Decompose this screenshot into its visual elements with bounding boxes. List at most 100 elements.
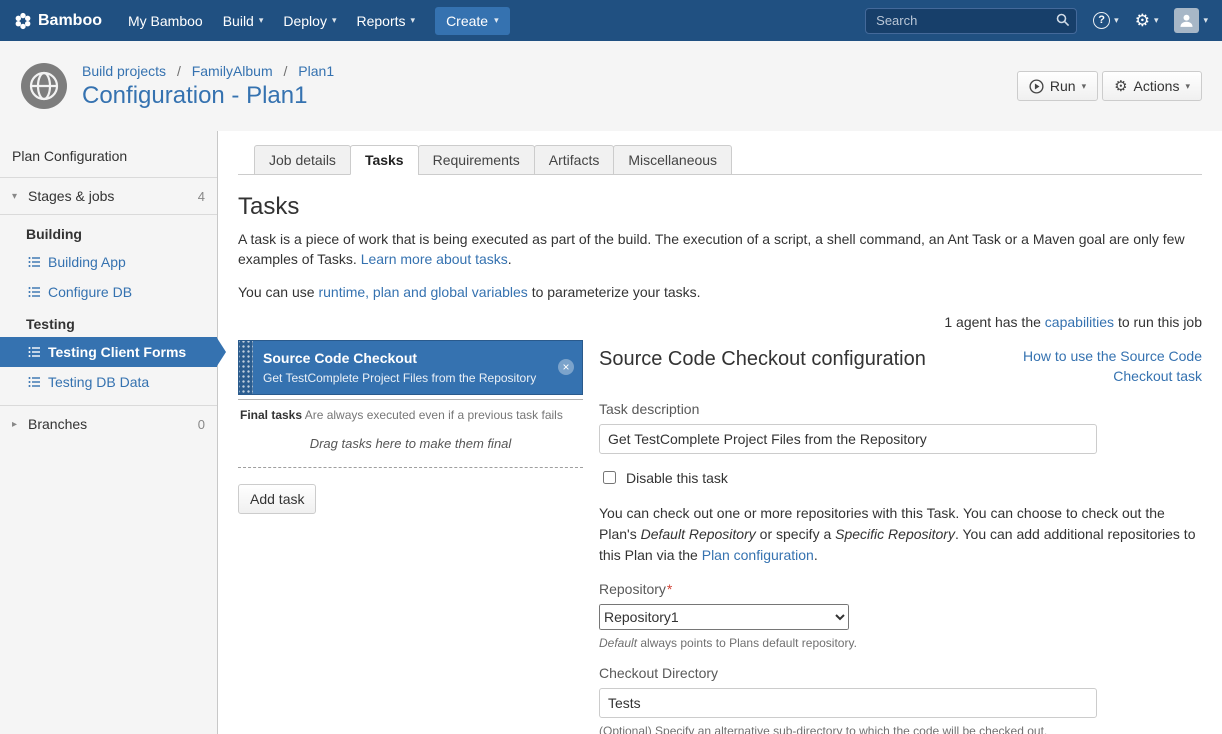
create-button[interactable]: Create ▾ <box>435 7 510 35</box>
task-config-panel: Source Code Checkout configuration How t… <box>599 340 1202 734</box>
variables-link[interactable]: runtime, plan and global variables <box>318 284 527 300</box>
job-tabs: Job details Tasks Requirements Artifacts… <box>238 145 1202 175</box>
job-label: Configure DB <box>48 284 132 300</box>
agent-text: 1 agent has the <box>944 314 1044 330</box>
chevron-down-icon: ▾ <box>1154 15 1159 26</box>
tab-miscellaneous[interactable]: Miscellaneous <box>613 145 732 175</box>
question-icon: ? <box>1093 12 1110 29</box>
gear-icon: ⚙ <box>1135 12 1150 29</box>
repository-label-text: Repository <box>599 581 666 597</box>
job-label: Building App <box>48 254 126 270</box>
nav-deploy[interactable]: Deploy ▾ <box>273 0 346 41</box>
task-description-input[interactable] <box>599 424 1097 454</box>
tasks-heading: Tasks <box>238 193 1202 221</box>
job-list-icon <box>28 286 40 298</box>
agent-text: to run this job <box>1114 314 1202 330</box>
chevron-down-icon: ▾ <box>1082 81 1087 92</box>
brand-label: Bamboo <box>38 12 102 30</box>
user-menu-button[interactable]: ▾ <box>1174 8 1208 33</box>
job-list-icon <box>28 346 40 358</box>
chevron-down-icon: ▾ <box>494 15 499 26</box>
nav-my-bamboo[interactable]: My Bamboo <box>118 0 213 41</box>
breadcrumb-build-projects[interactable]: Build projects <box>82 63 166 79</box>
config-title: Source Code Checkout configuration <box>599 348 926 371</box>
breadcrumb-separator: / <box>177 63 181 79</box>
nav-build-label: Build <box>223 13 254 29</box>
final-tasks-label: Final tasks <box>240 408 302 422</box>
add-task-button[interactable]: Add task <box>238 484 316 514</box>
stages-jobs-label: Stages & jobs <box>28 188 114 204</box>
task-card-source-code-checkout[interactable]: Source Code Checkout Get TestComplete Pr… <box>238 340 583 395</box>
repository-select[interactable]: Repository1 <box>599 604 849 630</box>
run-button[interactable]: Run ▾ <box>1017 71 1098 101</box>
repository-label: Repository* <box>599 581 1202 597</box>
delete-task-icon[interactable]: × <box>558 359 574 375</box>
required-asterisk: * <box>667 581 672 597</box>
job-label: Testing DB Data <box>48 374 149 390</box>
chevron-down-icon: ▾ <box>1185 81 1190 92</box>
job-list-icon <box>28 256 40 268</box>
stage-heading-building: Building <box>0 217 217 247</box>
tab-artifacts[interactable]: Artifacts <box>534 145 615 175</box>
help-menu-button[interactable]: ? ▾ <box>1093 12 1119 29</box>
nav-build[interactable]: Build ▾ <box>213 0 274 41</box>
task-title: Source Code Checkout <box>263 350 536 366</box>
sidebar-item-configure-db[interactable]: Configure DB <box>0 277 217 307</box>
divider <box>0 214 217 215</box>
sidebar-item-branches[interactable]: ▸ Branches 0 <box>0 408 217 440</box>
job-label: Testing Client Forms <box>48 344 186 360</box>
disable-task-checkbox[interactable] <box>603 471 616 484</box>
repository-help-text: Default always points to Plans default r… <box>599 636 1202 650</box>
final-tasks-dropzone[interactable]: Drag tasks here to make them final <box>238 424 583 468</box>
variables-text: You can use <box>238 284 318 300</box>
drag-handle[interactable] <box>239 341 253 394</box>
tab-job-details[interactable]: Job details <box>254 145 351 175</box>
plan-configuration-link[interactable]: Plan configuration <box>702 547 814 563</box>
agent-capabilities-line: 1 agent has the capabilities to run this… <box>238 314 1202 330</box>
learn-more-link[interactable]: Learn more about tasks <box>361 251 508 267</box>
checkout-directory-input[interactable] <box>599 688 1097 718</box>
sidebar-item-testing-client-forms[interactable]: Testing Client Forms <box>0 337 217 367</box>
sidebar-item-stages-jobs[interactable]: ▾ Stages & jobs 4 <box>0 180 217 212</box>
actions-button[interactable]: ⚙ Actions ▾ <box>1102 71 1202 101</box>
tasks-intro: A task is a piece of work that is being … <box>238 229 1202 270</box>
search-box <box>865 8 1077 34</box>
search-icon[interactable] <box>1056 13 1070 27</box>
body-text: . <box>814 547 818 563</box>
tab-requirements[interactable]: Requirements <box>418 145 535 175</box>
intro-text: . <box>508 251 512 267</box>
tab-tasks[interactable]: Tasks <box>350 145 419 175</box>
sidebar-item-testing-db-data[interactable]: Testing DB Data <box>0 367 217 397</box>
checkout-directory-help: (Optional) Specify an alternative sub-di… <box>599 724 1202 734</box>
top-navbar: Bamboo My Bamboo Build ▾ Deploy ▾ Report… <box>0 0 1222 41</box>
repository-description: You can check out one or more repositori… <box>599 503 1202 566</box>
checkout-help-link[interactable]: How to use the Source Code Checkout task <box>1007 346 1202 387</box>
gear-icon: ⚙ <box>1114 79 1127 94</box>
bamboo-logo[interactable]: Bamboo <box>14 12 102 30</box>
chevron-right-icon: ▸ <box>12 419 22 430</box>
branches-label: Branches <box>28 416 87 432</box>
default-repository-em: Default Repository <box>641 526 756 542</box>
chevron-down-icon: ▾ <box>1114 15 1119 26</box>
stages-count-badge: 4 <box>198 189 205 204</box>
capabilities-link[interactable]: capabilities <box>1045 314 1114 330</box>
task-description-label: Task description <box>599 401 1202 417</box>
breadcrumb-familyalbum[interactable]: FamilyAlbum <box>192 63 273 79</box>
nav-reports[interactable]: Reports ▾ <box>347 0 426 41</box>
bamboo-flower-icon <box>14 12 32 30</box>
variables-line: You can use runtime, plan and global var… <box>238 282 1202 302</box>
divider <box>0 405 217 406</box>
sidebar-title: Plan Configuration <box>0 137 217 175</box>
final-tasks-description: Are always executed even if a previous t… <box>302 408 563 422</box>
admin-menu-button[interactable]: ⚙ ▾ <box>1135 12 1159 29</box>
branches-count-badge: 0 <box>198 417 205 432</box>
chevron-down-icon: ▾ <box>411 15 416 26</box>
divider <box>0 177 217 178</box>
task-list-panel: Source Code Checkout Get TestComplete Pr… <box>238 340 583 514</box>
final-tasks-header: Final tasks Are always executed even if … <box>238 399 583 424</box>
breadcrumb-plan1[interactable]: Plan1 <box>298 63 334 79</box>
page-header: Build projects / FamilyAlbum / Plan1 Con… <box>0 41 1222 131</box>
search-input[interactable] <box>865 8 1077 34</box>
sidebar-item-building-app[interactable]: Building App <box>0 247 217 277</box>
run-label: Run <box>1050 78 1076 94</box>
